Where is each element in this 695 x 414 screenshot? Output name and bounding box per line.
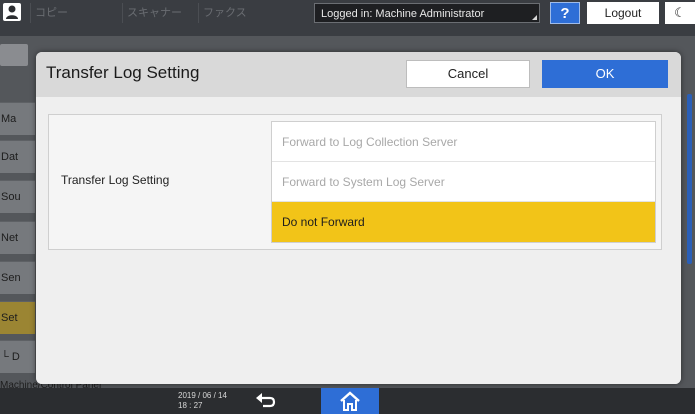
help-button[interactable]: ? xyxy=(550,2,580,24)
dialog-body: Transfer Log Setting Forward to Log Coll… xyxy=(36,97,681,384)
bg-menu-item: Sen xyxy=(0,261,35,294)
tab-scanner[interactable]: スキャナー xyxy=(122,3,194,23)
setting-label: Transfer Log Setting xyxy=(61,173,170,187)
option-forward-system-log-server[interactable]: Forward to System Log Server xyxy=(272,162,655,202)
logout-button[interactable]: Logout xyxy=(587,2,659,24)
bg-scrollbar xyxy=(687,94,692,264)
energy-saver-button[interactable]: ☾ xyxy=(665,2,695,24)
option-do-not-forward[interactable]: Do not Forward xyxy=(272,202,655,242)
bg-menu-item: Dat xyxy=(0,140,35,173)
time-text: 18 : 27 xyxy=(178,401,203,410)
cancel-button[interactable]: Cancel xyxy=(406,60,530,88)
back-arrow-icon xyxy=(256,393,276,408)
tab-fax[interactable]: ファクス xyxy=(198,3,268,23)
dialog-header: Transfer Log Setting Cancel OK xyxy=(36,52,681,97)
bottom-bar: 2019 / 06 / 14 18 : 27 xyxy=(0,388,695,414)
back-button[interactable] xyxy=(252,390,278,412)
user-icon[interactable] xyxy=(3,3,21,21)
login-status-text: Logged in: Machine Administrator xyxy=(321,8,485,20)
tab-copy[interactable]: コピー xyxy=(30,3,116,23)
home-icon xyxy=(340,391,360,411)
ok-button[interactable]: OK xyxy=(542,60,668,88)
bg-menu-item: Sou xyxy=(0,180,35,213)
date-text: 2019 / 06 / 14 xyxy=(178,391,227,400)
setting-row: Transfer Log Setting Forward to Log Coll… xyxy=(48,114,662,250)
option-list: Forward to Log Collection Server Forward… xyxy=(271,121,656,243)
bg-menu-item: Net xyxy=(0,221,35,254)
dialog-title: Transfer Log Setting xyxy=(46,63,200,82)
transfer-log-setting-dialog: Transfer Log Setting Cancel OK Transfer … xyxy=(36,52,681,384)
home-button[interactable] xyxy=(321,388,379,414)
option-forward-log-collection-server[interactable]: Forward to Log Collection Server xyxy=(272,122,655,162)
datetime: 2019 / 06 / 14 18 : 27 xyxy=(178,391,227,411)
expand-corner-icon xyxy=(532,15,537,20)
bg-menu-item: Ma xyxy=(0,102,35,135)
top-bar: コピー スキャナー ファクス Logged in: Machine Admini… xyxy=(0,0,695,36)
login-status[interactable]: Logged in: Machine Administrator xyxy=(314,3,540,23)
settings-icon xyxy=(0,44,28,66)
bg-menu-item: Set xyxy=(0,301,35,334)
bg-menu-item: └ D xyxy=(0,340,35,373)
